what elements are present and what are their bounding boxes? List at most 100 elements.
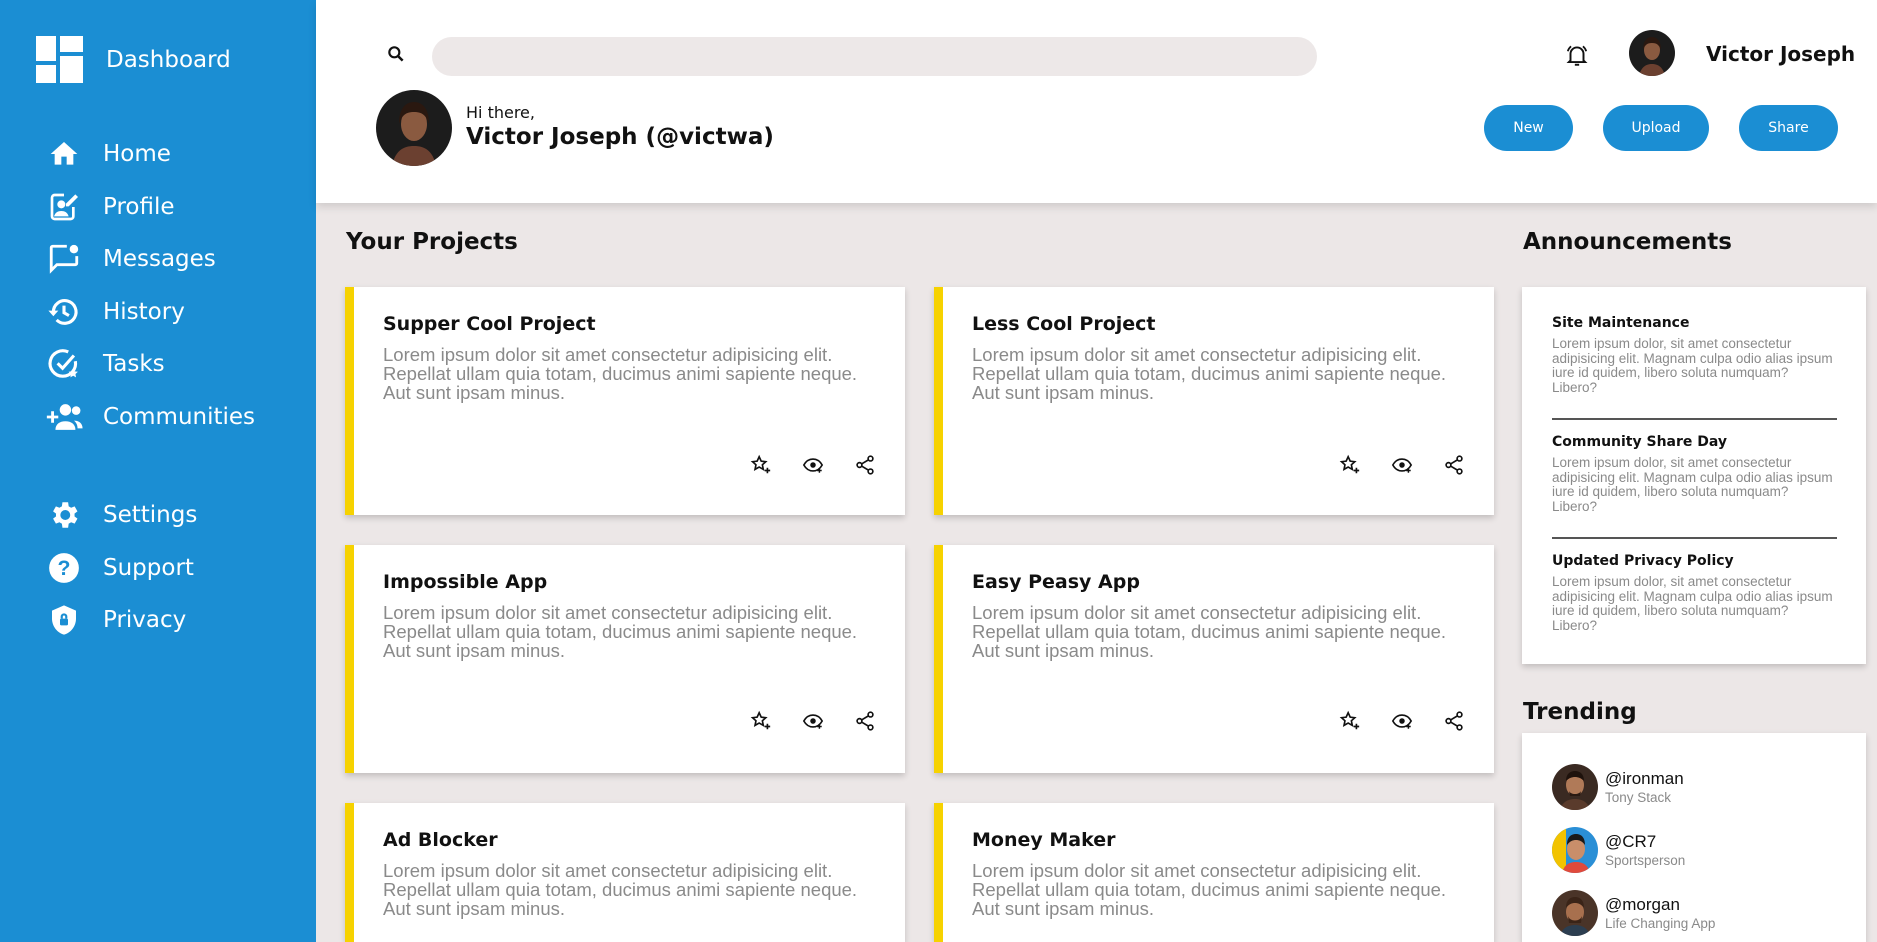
project-title: Impossible App xyxy=(383,571,548,593)
announcement-text: Lorem ipsum dolor, sit amet consectetur … xyxy=(1552,336,1833,395)
new-button[interactable]: New xyxy=(1484,105,1573,151)
sidebar: Dashboard Home Profile Messages History xyxy=(0,0,316,942)
share-icon[interactable] xyxy=(1441,708,1467,734)
home-icon xyxy=(44,134,84,174)
projects-title: Your Projects xyxy=(346,229,518,255)
star-add-icon[interactable] xyxy=(1337,708,1363,734)
communities-icon xyxy=(44,397,84,437)
share-button[interactable]: Share xyxy=(1739,105,1838,151)
sidebar-item-label: Support xyxy=(103,554,194,581)
project-card[interactable]: Money Maker Lorem ipsum dolor sit amet c… xyxy=(934,803,1494,942)
announcements-title: Announcements xyxy=(1523,229,1732,255)
upload-button[interactable]: Upload xyxy=(1603,105,1709,151)
watch-icon[interactable] xyxy=(1389,708,1415,734)
star-add-icon[interactable] xyxy=(1337,452,1363,478)
sidebar-item-support[interactable]: ? Support xyxy=(44,542,197,595)
trending-handle: @CR7 xyxy=(1605,832,1657,851)
project-actions xyxy=(748,452,904,478)
gear-icon xyxy=(44,495,84,535)
project-card[interactable]: Ad Blocker Lorem ipsum dolor sit amet co… xyxy=(345,803,905,942)
tasks-icon xyxy=(44,344,84,384)
trending-panel: @ironman Tony Stack @CR7 Sportsperson @m… xyxy=(1522,733,1866,942)
divider xyxy=(1552,537,1837,539)
bell-icon[interactable] xyxy=(1562,40,1592,70)
watch-icon[interactable] xyxy=(800,708,826,734)
trending-handle: @ironman xyxy=(1605,769,1684,788)
brand[interactable]: Dashboard xyxy=(36,36,231,83)
greeting-text: Hi there, xyxy=(466,103,535,122)
trending-item[interactable]: @morgan Life Changing App xyxy=(1552,890,1715,936)
profile-avatar xyxy=(376,90,452,166)
svg-text:?: ? xyxy=(58,556,71,580)
search-icon[interactable] xyxy=(384,42,408,66)
avatar xyxy=(1552,890,1598,936)
trending-item[interactable]: @CR7 Sportsperson xyxy=(1552,827,1685,873)
trending-item[interactable]: @ironman Tony Stack xyxy=(1552,764,1684,810)
star-add-icon[interactable] xyxy=(748,452,774,478)
share-icon[interactable] xyxy=(852,452,878,478)
history-icon xyxy=(44,292,84,332)
project-actions xyxy=(748,708,904,734)
app-title: Dashboard xyxy=(106,46,231,73)
sidebar-item-tasks[interactable]: Tasks xyxy=(44,338,255,391)
sidebar-item-profile[interactable]: Profile xyxy=(44,181,255,234)
avatar[interactable] xyxy=(1629,30,1675,76)
sidebar-item-label: Profile xyxy=(103,193,175,220)
share-icon[interactable] xyxy=(1441,452,1467,478)
sidebar-item-label: Tasks xyxy=(103,351,165,378)
share-icon[interactable] xyxy=(852,708,878,734)
watch-icon[interactable] xyxy=(800,452,826,478)
divider xyxy=(1552,418,1837,420)
dashboard-logo-icon xyxy=(36,36,83,83)
help-icon: ? xyxy=(44,548,84,588)
project-title: Ad Blocker xyxy=(383,829,498,851)
project-description: Lorem ipsum dolor sit amet consectetur a… xyxy=(383,860,858,919)
sidebar-item-home[interactable]: Home xyxy=(44,128,255,181)
sidebar-item-label: Privacy xyxy=(103,607,187,634)
sidebar-item-communities[interactable]: Communities xyxy=(44,391,255,444)
announcement-item[interactable]: Updated Privacy Policy Lorem ipsum dolor… xyxy=(1552,553,1837,633)
sidebar-item-privacy[interactable]: Privacy xyxy=(44,594,197,647)
sidebar-item-label: Communities xyxy=(103,403,256,430)
announcement-item[interactable]: Community Share Day Lorem ipsum dolor, s… xyxy=(1552,434,1837,514)
sidebar-item-messages[interactable]: Messages xyxy=(44,233,255,286)
trending-title: Trending xyxy=(1523,699,1637,725)
watch-icon[interactable] xyxy=(1389,452,1415,478)
trending-subtitle: Life Changing App xyxy=(1605,916,1716,931)
announcement-item[interactable]: Site Maintenance Lorem ipsum dolor, sit … xyxy=(1552,315,1837,395)
project-card[interactable]: Impossible App Lorem ipsum dolor sit ame… xyxy=(345,545,905,773)
avatar xyxy=(1552,827,1598,873)
project-title: Less Cool Project xyxy=(972,313,1156,335)
messages-icon xyxy=(44,239,84,279)
project-actions xyxy=(1337,708,1493,734)
user-handle: Victor Joseph (@victwa) xyxy=(466,124,774,150)
avatar xyxy=(1552,764,1598,810)
announcement-text: Lorem ipsum dolor, sit amet consectetur … xyxy=(1552,455,1833,514)
project-card[interactable]: Supper Cool Project Lorem ipsum dolor si… xyxy=(345,287,905,515)
project-card[interactable]: Easy Peasy App Lorem ipsum dolor sit ame… xyxy=(934,545,1494,773)
project-description: Lorem ipsum dolor sit amet consectetur a… xyxy=(383,344,858,403)
announcement-title: Site Maintenance xyxy=(1552,315,1690,331)
shield-icon xyxy=(44,600,84,640)
secondary-nav: Settings ? Support Privacy xyxy=(44,489,197,647)
project-card[interactable]: Less Cool Project Lorem ipsum dolor sit … xyxy=(934,287,1494,515)
sidebar-item-history[interactable]: History xyxy=(44,286,255,339)
announcements-panel: Site Maintenance Lorem ipsum dolor, sit … xyxy=(1522,287,1866,664)
project-description: Lorem ipsum dolor sit amet consectetur a… xyxy=(383,602,858,661)
sidebar-item-settings[interactable]: Settings xyxy=(44,489,197,542)
sidebar-item-label: Home xyxy=(103,141,171,168)
user-name[interactable]: Victor Joseph xyxy=(1706,42,1855,66)
search-input[interactable] xyxy=(432,37,1317,76)
project-description: Lorem ipsum dolor sit amet consectetur a… xyxy=(972,344,1447,403)
trending-subtitle: Tony Stack xyxy=(1605,790,1672,805)
project-actions xyxy=(1337,452,1493,478)
project-description: Lorem ipsum dolor sit amet consectetur a… xyxy=(972,860,1447,919)
trending-handle: @morgan xyxy=(1605,895,1680,914)
announcement-text: Lorem ipsum dolor, sit amet consectetur … xyxy=(1552,574,1833,633)
project-description: Lorem ipsum dolor sit amet consectetur a… xyxy=(972,602,1447,661)
star-add-icon[interactable] xyxy=(748,708,774,734)
announcement-title: Updated Privacy Policy xyxy=(1552,553,1734,569)
header: Victor Joseph Hi there, Victor Joseph (@… xyxy=(316,0,1877,203)
sidebar-item-label: History xyxy=(103,298,185,325)
announcement-title: Community Share Day xyxy=(1552,434,1728,450)
